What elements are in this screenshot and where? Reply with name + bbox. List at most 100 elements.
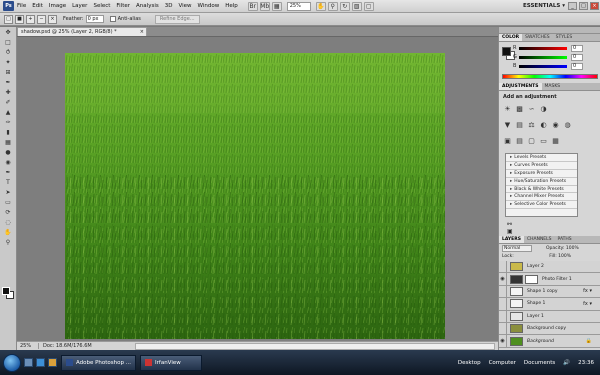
menu-image[interactable]: Image (46, 3, 69, 9)
hand-tool-icon[interactable]: ✋ (315, 1, 326, 11)
panel-collapse-bar[interactable] (499, 27, 600, 34)
threshold-icon[interactable]: ▢ (527, 137, 536, 145)
taskbar-irfanview[interactable]: IrfanView (140, 354, 202, 371)
close-button[interactable]: × (590, 2, 599, 10)
internet-explorer-icon[interactable] (36, 358, 45, 367)
blend-mode-select[interactable]: Normal (502, 245, 532, 252)
black-white-icon[interactable]: ◐ (539, 121, 548, 129)
brightness-contrast-icon[interactable]: ☀ (503, 105, 512, 113)
layer-row[interactable]: ◉ Background 🔒 (499, 335, 600, 348)
photo-filter-icon[interactable]: ◉ (551, 121, 560, 129)
document-tab[interactable]: shadow.psd @ 25% (Layer 2, RGB/8) * × (17, 27, 147, 36)
hue-saturation-icon[interactable]: ▤ (515, 121, 524, 129)
visibility-toggle[interactable] (499, 285, 507, 298)
gradient-map-icon[interactable]: ▭ (539, 137, 548, 145)
clone-stamp-icon[interactable]: ▲ (2, 108, 14, 117)
fill-field[interactable]: Fill: 100% (549, 254, 571, 259)
green-slider[interactable] (519, 56, 567, 59)
antialias-checkbox[interactable] (109, 16, 116, 22)
shape-tool-icon[interactable]: ▭ (2, 198, 14, 207)
visibility-toggle[interactable] (499, 322, 507, 335)
blue-value-field[interactable]: 0 (571, 63, 583, 70)
fx-icon[interactable]: fx ▾ (583, 288, 592, 294)
color-balance-icon[interactable]: ⚖ (527, 121, 536, 129)
clip-layer-icon[interactable]: ⚯ (507, 221, 512, 228)
refine-edge-button[interactable]: Refine Edge... (154, 14, 200, 24)
computer-toolbar[interactable]: Computer (489, 360, 516, 366)
selective-color-icon[interactable]: ▦ (551, 137, 560, 145)
documents-toolbar[interactable]: Documents (524, 360, 555, 366)
invert-icon[interactable]: ▣ (503, 137, 512, 145)
brush-tool-icon[interactable]: ✐ (2, 98, 14, 107)
menu-select[interactable]: Select (90, 3, 113, 9)
menu-filter[interactable]: Filter (113, 3, 133, 9)
list-item[interactable]: ▸ Black & White Presets (506, 186, 577, 194)
tab-styles[interactable]: STYLES (553, 34, 576, 41)
arrange-documents-icon[interactable]: ▧ (351, 1, 362, 11)
subtract-selection-icon[interactable]: − (37, 14, 46, 24)
layer-row[interactable]: Shape 1 copy fx ▾ (499, 285, 600, 299)
show-desktop-icon[interactable] (24, 358, 33, 367)
list-item[interactable]: ▸ Channel Mixer Presets (506, 193, 577, 202)
tab-paths[interactable]: PATHS (555, 236, 575, 243)
start-button[interactable] (3, 353, 21, 372)
color-spectrum-ramp[interactable] (502, 74, 598, 79)
fx-icon[interactable]: fx ▾ (583, 301, 592, 307)
layer-row[interactable]: Shape 1 fx ▾ (499, 297, 600, 311)
marquee-tool-icon[interactable]: □ (4, 14, 13, 24)
vibrance-icon[interactable]: ▼ (503, 121, 512, 129)
menu-window[interactable]: Window (195, 3, 223, 9)
blue-slider[interactable] (519, 65, 567, 68)
menu-view[interactable]: View (175, 3, 194, 9)
eye-icon[interactable]: ◉ (499, 273, 507, 286)
desktop-toolbar[interactable]: Desktop (458, 360, 481, 366)
3d-rotate-tool-icon[interactable]: ⟳ (2, 208, 14, 217)
layer-row[interactable]: Background copy (499, 322, 600, 336)
zoom-tool-icon[interactable]: ⚲ (327, 1, 338, 11)
blur-tool-icon[interactable]: ● (2, 148, 14, 157)
healing-brush-icon[interactable]: ✚ (2, 88, 14, 97)
hand-tool-icon[interactable]: ✋ (2, 228, 14, 237)
maximize-button[interactable]: □ (579, 2, 588, 10)
new-adjustment-icon[interactable]: ▣ (507, 228, 513, 235)
bridge-icon[interactable]: Br (247, 1, 258, 11)
lasso-tool-icon[interactable]: ⥀ (2, 48, 14, 57)
menu-file[interactable]: File (14, 3, 29, 9)
mini-bridge-icon[interactable]: Mb (259, 1, 270, 11)
gradient-tool-icon[interactable]: ▦ (2, 138, 14, 147)
feather-input[interactable]: 0 px (85, 15, 104, 23)
history-brush-icon[interactable]: ✑ (2, 118, 14, 127)
canvas-area[interactable] (17, 36, 498, 341)
grass-image[interactable] (65, 53, 445, 339)
foreground-color-chip[interactable] (502, 47, 511, 56)
zoom-tool-icon[interactable]: ⚲ (2, 238, 14, 247)
crop-tool-icon[interactable]: ⊞ (2, 68, 14, 77)
exposure-icon[interactable]: ◑ (539, 105, 548, 113)
clock[interactable]: 23:36 (578, 360, 594, 366)
menu-layer[interactable]: Layer (69, 3, 90, 9)
foreground-color-swatch[interactable] (2, 287, 10, 295)
type-tool-icon[interactable]: T (2, 178, 14, 187)
tab-swatches[interactable]: SWATCHES (522, 34, 553, 41)
tab-color[interactable]: COLOR (499, 34, 523, 41)
opacity-field[interactable]: Opacity: 100% (546, 246, 579, 251)
layer-row[interactable]: Layer 2 (499, 260, 600, 274)
menu-edit[interactable]: Edit (29, 3, 46, 9)
red-value-field[interactable]: 0 (571, 45, 583, 52)
extras-icon[interactable]: ▦ (271, 1, 282, 11)
eyedropper-tool-icon[interactable]: ✒ (2, 78, 14, 87)
layer-row[interactable]: ◉ Photo Filter 1 (499, 273, 600, 286)
path-select-tool-icon[interactable]: ➤ (2, 188, 14, 197)
eraser-tool-icon[interactable]: ▮ (2, 128, 14, 137)
rotate-view-icon[interactable]: ↻ (339, 1, 350, 11)
move-tool-icon[interactable]: ✥ (2, 28, 14, 37)
folder-icon[interactable] (48, 358, 57, 367)
screen-mode-icon[interactable]: ▢ (363, 1, 374, 11)
visibility-toggle[interactable] (499, 310, 507, 323)
eye-icon[interactable]: ◉ (499, 335, 507, 348)
curves-icon[interactable]: ∽ (527, 105, 536, 113)
tab-adjustments[interactable]: ADJUSTMENTS (499, 83, 542, 90)
horizontal-scrollbar[interactable] (135, 342, 495, 350)
posterize-icon[interactable]: ▤ (515, 137, 524, 145)
visibility-toggle[interactable] (499, 260, 507, 273)
